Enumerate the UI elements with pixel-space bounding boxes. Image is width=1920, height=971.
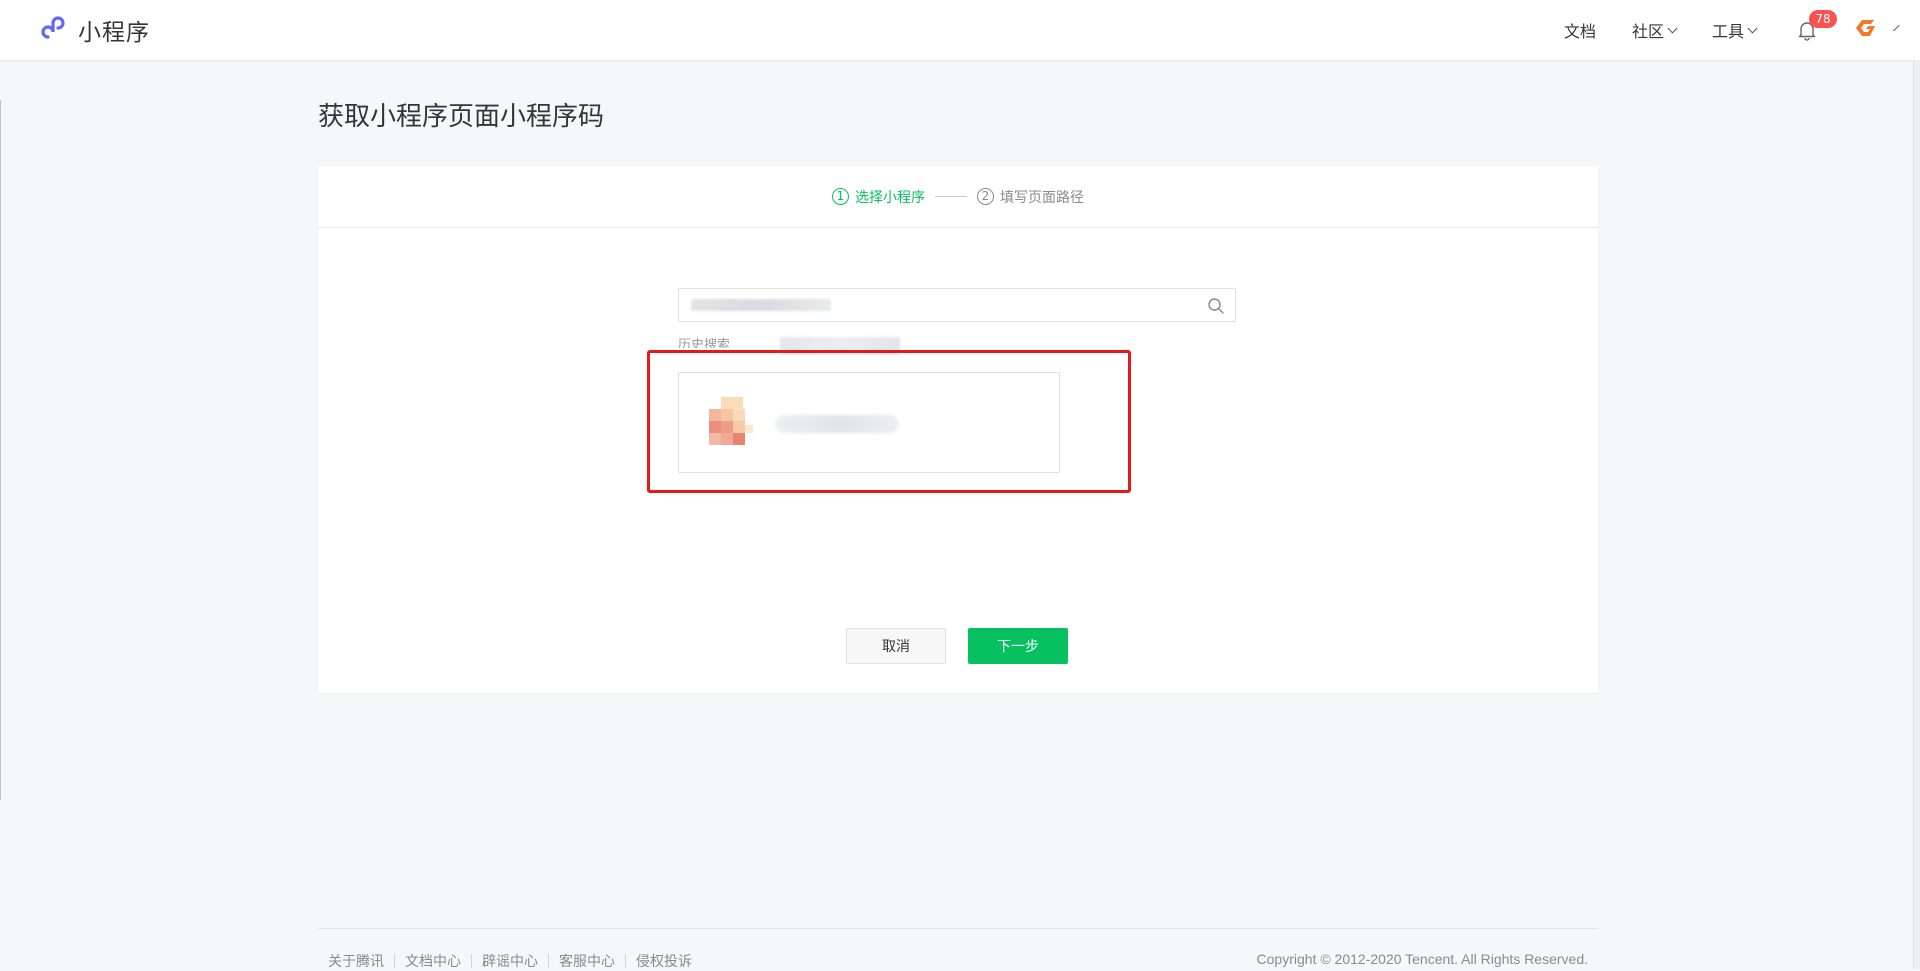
bell-icon [1796,22,1818,45]
footer-divider [318,928,1598,929]
search-icon[interactable] [1207,297,1225,315]
step-label: 填写页面路径 [1000,189,1084,206]
nav-community-label: 社区 [1631,22,1664,41]
step-fill-page-path: 2 填写页面路径 [977,187,1084,207]
brand-name: 小程序 [78,20,150,46]
page-title: 获取小程序页面小程序码 [318,102,605,132]
brand-logo-link[interactable]: 小程序 [38,12,150,48]
left-edge-divider [0,100,1,800]
miniprogram-avatar [709,397,755,445]
top-navigation-bar: 小程序 文档 社区 工具 78 [0,0,1920,60]
cancel-button[interactable]: 取消 [846,628,946,664]
step-number: 1 [832,188,849,205]
miniprogram-logo-icon [38,11,72,49]
next-step-button[interactable]: 下一步 [968,628,1068,664]
nav-tools[interactable]: 工具 [1711,18,1758,42]
footer-links: 关于腾讯 文档中心 辟谣中心 客服中心 侵权投诉 [318,951,702,971]
chevron-down-icon [1667,23,1678,33]
notification-badge: 78 [1809,10,1837,28]
history-search-label: 历史搜索 [678,338,731,348]
page-scrollbar[interactable] [1913,60,1920,969]
footer-link-about[interactable]: 关于腾讯 [318,951,394,971]
step-indicator: 1 选择小程序 2 填写页面路径 [318,166,1598,228]
user-avatar-icon [1852,15,1878,45]
redacted-search-text [691,299,831,311]
footer-link-support[interactable]: 客服中心 [549,951,625,971]
step-select-miniprogram: 1 选择小程序 [832,187,925,207]
footer-link-docs[interactable]: 文档中心 [395,951,471,971]
nav-community[interactable]: 社区 [1631,18,1678,42]
nav-docs[interactable]: 文档 [1564,18,1596,42]
account-menu[interactable] [1852,15,1900,45]
footer-link-complaint[interactable]: 侵权投诉 [626,951,702,971]
search-field[interactable] [678,288,1236,322]
main-card: 1 选择小程序 2 填写页面路径 历史搜索 取消 下一步 [318,166,1598,693]
history-search-item[interactable] [780,337,900,355]
chevron-down-icon [1893,24,1900,32]
header-nav: 文档 社区 工具 78 [1528,0,1900,60]
step-label: 选择小程序 [855,189,925,206]
footer-link-rumor[interactable]: 辟谣中心 [472,951,548,971]
nav-docs-label: 文档 [1563,22,1596,41]
step-number: 2 [977,188,994,205]
copyright-text: Copyright © 2012-2020 Tencent. All Right… [1256,951,1588,967]
step-connector [935,196,967,197]
nav-tools-label: 工具 [1711,22,1744,41]
notification-button[interactable]: 78 [1796,10,1837,41]
redacted-miniprogram-name [775,415,899,433]
miniprogram-result-card[interactable] [678,372,1060,473]
chevron-down-icon [1747,23,1758,33]
